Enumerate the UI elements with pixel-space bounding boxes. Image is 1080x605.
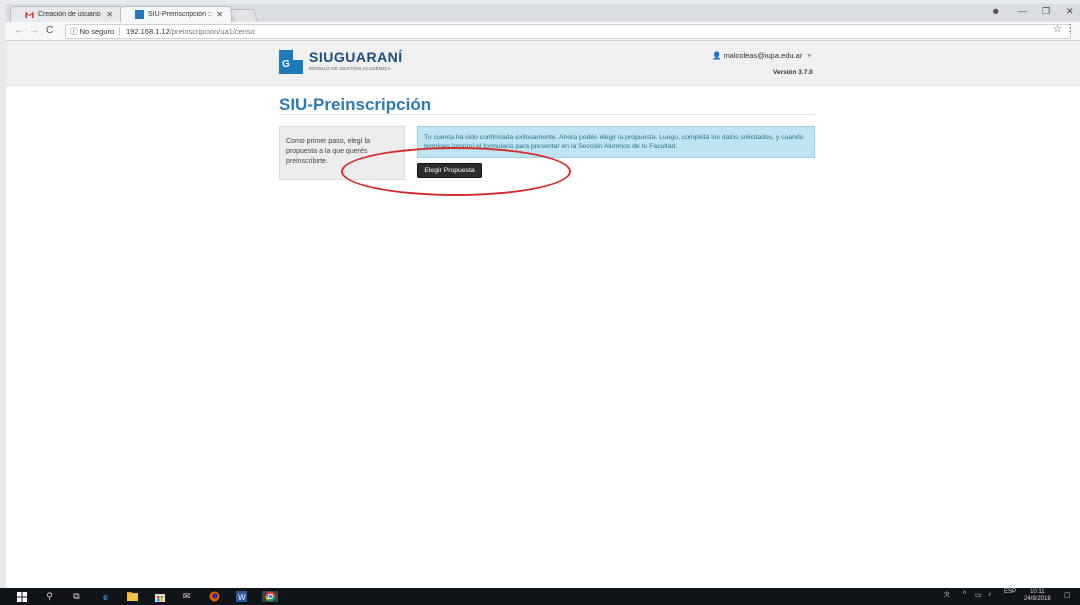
logo-text-siu: SIU bbox=[309, 49, 334, 65]
site-header: G SIUGUARANÍ MÓDULO DE GESTIÓN ACADÉMICA… bbox=[6, 41, 1080, 86]
network-icon[interactable]: ▭ bbox=[975, 591, 982, 599]
url-host: 192.168.1.12 bbox=[126, 27, 170, 36]
logo-subtitle: MÓDULO DE GESTIÓN ACADÉMICA bbox=[309, 66, 391, 71]
file-explorer-icon[interactable] bbox=[127, 591, 138, 602]
clock-time: 10:11 bbox=[1030, 589, 1045, 595]
back-icon[interactable]: ← bbox=[14, 25, 24, 36]
address-bar[interactable]: ⓘ No seguro 192.168.1.12/preinscripcion/… bbox=[65, 24, 1071, 39]
forward-icon[interactable]: → bbox=[29, 25, 39, 36]
siu-favicon-icon bbox=[135, 10, 144, 19]
minimize-icon[interactable]: — bbox=[1018, 6, 1027, 16]
close-window-icon[interactable]: ✕ bbox=[1066, 6, 1074, 17]
divider bbox=[119, 27, 120, 36]
language-indicator[interactable]: ESP bbox=[1004, 589, 1016, 595]
restore-icon[interactable]: ❐ bbox=[1042, 6, 1050, 17]
logo-mark-icon: G bbox=[279, 50, 303, 74]
siu-guarani-logo[interactable]: G SIUGUARANÍ MÓDULO DE GESTIÓN ACADÉMICA bbox=[279, 49, 409, 79]
close-icon[interactable]: ✕ bbox=[106, 10, 113, 19]
svg-text:W: W bbox=[238, 593, 246, 602]
people-icon[interactable]: ℛ bbox=[944, 591, 950, 599]
tab-gmail[interactable]: Creación de usuario de S ✕ bbox=[10, 6, 122, 22]
reload-icon[interactable]: C bbox=[46, 25, 53, 36]
logo-text: SIUGUARANÍ bbox=[309, 49, 403, 65]
chrome-icon[interactable] bbox=[262, 591, 278, 602]
firefox-icon[interactable] bbox=[209, 591, 220, 602]
logo-text-guarani: GUARANÍ bbox=[333, 49, 403, 65]
system-clock[interactable]: 10:11 24/8/2018 bbox=[1024, 589, 1051, 603]
bookmark-star-icon[interactable]: ☆ bbox=[1053, 24, 1062, 35]
chevron-down-icon: ▾ bbox=[807, 51, 812, 60]
user-menu[interactable]: 👤 malcoleas@iupa.edu.ar ▾ bbox=[712, 51, 811, 60]
tab-siu-preinscripcion[interactable]: SIU-Preinscripción :: Carg ✕ bbox=[120, 6, 232, 22]
edge-icon[interactable]: e bbox=[100, 591, 111, 602]
task-view-icon[interactable]: ⧉ bbox=[71, 591, 82, 602]
security-indicator[interactable]: ⓘ No seguro bbox=[70, 25, 114, 38]
windows-taskbar: ⚲ ⧉ e ✉ W ℛ ^ ▭ ♪ ESP 10:11 24/8/2018 ▢ bbox=[0, 588, 1080, 605]
browser-toolbar: ← → C ⓘ No seguro 192.168.1.12/preinscri… bbox=[6, 22, 1080, 41]
mail-icon[interactable]: ✉ bbox=[181, 591, 192, 602]
tab-title: SIU-Preinscripción :: Carg bbox=[148, 11, 212, 18]
red-ellipse-annotation bbox=[341, 147, 571, 196]
url-path: /preinscripcion/ua1/censo bbox=[169, 27, 255, 36]
gmail-icon bbox=[25, 10, 34, 19]
profile-icon[interactable]: ☻ bbox=[991, 6, 1000, 16]
browser-window: Creación de usuario de S ✕ SIU-Preinscri… bbox=[6, 4, 1080, 588]
version-label: Versión 3.7.0 bbox=[773, 69, 813, 76]
chevron-up-icon[interactable]: ^ bbox=[963, 591, 966, 598]
url-text: 192.168.1.12/preinscripcion/ua1/censo bbox=[126, 25, 255, 38]
tab-strip: Creación de usuario de S ✕ SIU-Preinscri… bbox=[6, 4, 1080, 23]
windows-start-icon[interactable] bbox=[16, 591, 27, 602]
browser-menu-icon[interactable]: ⋮ bbox=[1065, 23, 1075, 34]
close-icon[interactable]: ✕ bbox=[216, 10, 223, 19]
title-divider bbox=[279, 114, 815, 115]
search-icon[interactable]: ⚲ bbox=[44, 591, 55, 602]
word-icon[interactable]: W bbox=[236, 591, 247, 602]
user-icon: 👤 bbox=[712, 51, 722, 60]
notifications-icon[interactable]: ▢ bbox=[1064, 591, 1071, 599]
tab-title: Creación de usuario de S bbox=[38, 11, 102, 18]
new-tab-button[interactable] bbox=[229, 9, 259, 23]
store-icon[interactable] bbox=[154, 591, 165, 602]
clock-date: 24/8/2018 bbox=[1024, 596, 1051, 602]
security-label: No seguro bbox=[79, 27, 115, 36]
page-title: SIU-Preinscripción bbox=[279, 95, 432, 114]
user-email: malcoleas@iupa.edu.ar bbox=[723, 51, 803, 60]
volume-icon[interactable]: ♪ bbox=[988, 591, 992, 598]
